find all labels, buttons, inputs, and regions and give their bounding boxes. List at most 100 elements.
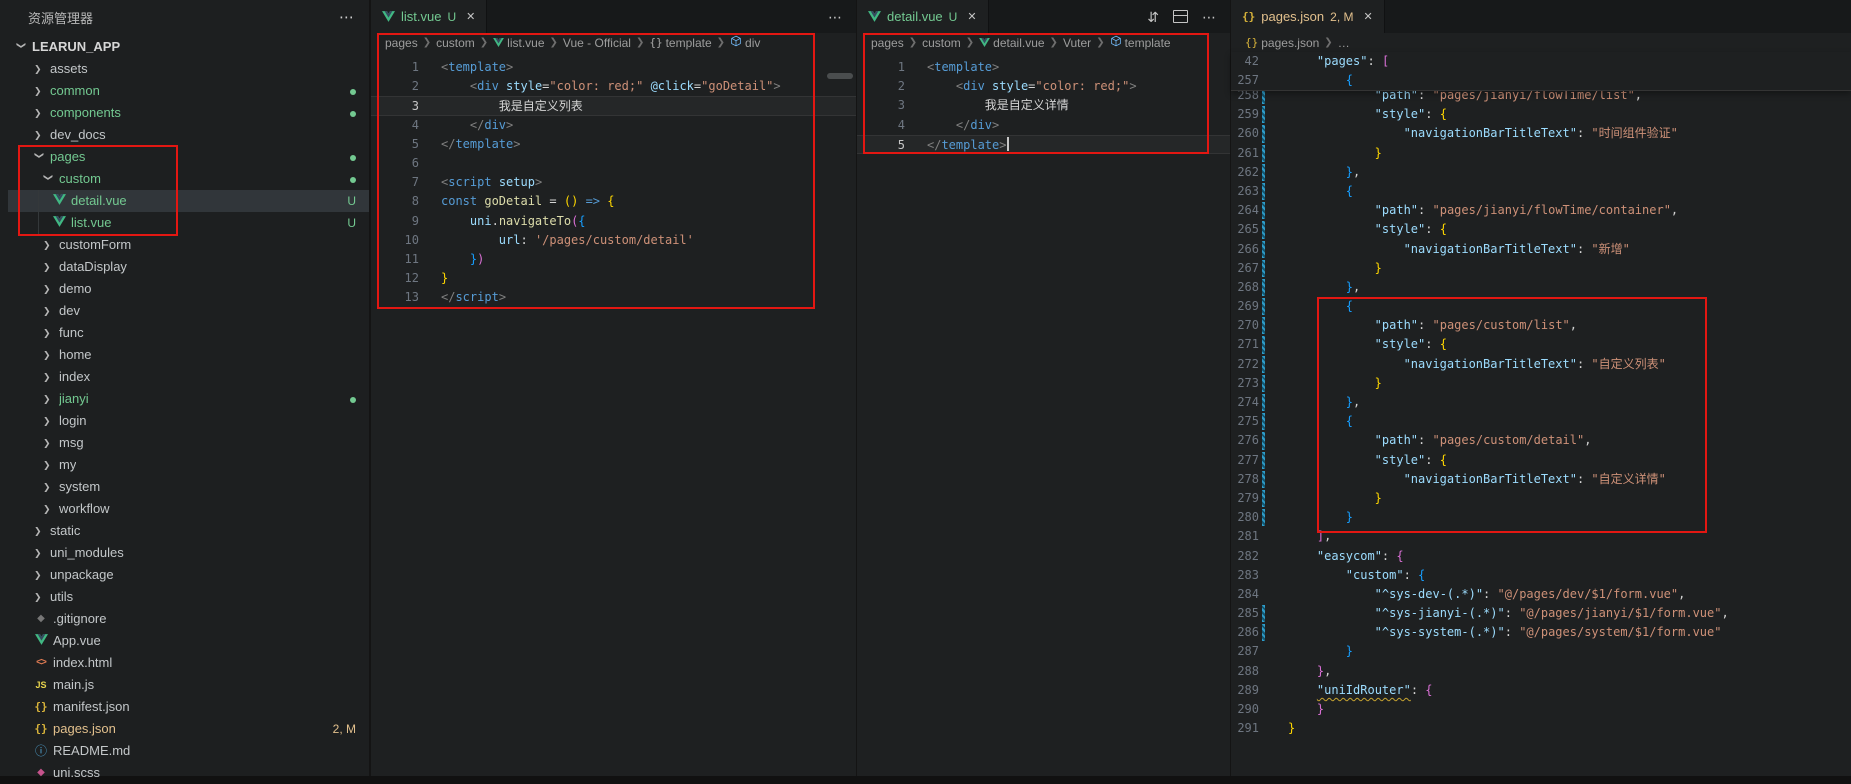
tree-item-index-html[interactable]: <>index.html [8, 652, 369, 674]
code-line-4[interactable]: 4</div> [371, 116, 856, 135]
code-line-284[interactable]: 284"^sys-dev-(.*)": "@/pages/dev/$1/form… [1231, 585, 1851, 604]
breadcrumb-item[interactable]: pages [871, 36, 904, 50]
line-number[interactable]: 269 [1231, 297, 1259, 316]
tree-item-func[interactable]: ❯func [8, 322, 369, 344]
tree-item-components[interactable]: ❯components [8, 102, 369, 124]
code-line-6[interactable]: 6 [371, 154, 856, 173]
code-line-262[interactable]: 262}, [1231, 163, 1851, 182]
code-line-268[interactable]: 268}, [1231, 278, 1851, 297]
line-number[interactable]: 283 [1231, 566, 1259, 585]
code-line-283[interactable]: 283"custom": { [1231, 566, 1851, 585]
line-number[interactable]: 4 [371, 116, 419, 135]
line-number[interactable]: 278 [1231, 470, 1259, 489]
line-number[interactable]: 5 [371, 135, 419, 154]
code-line-267[interactable]: 267} [1231, 259, 1851, 278]
line-number[interactable]: 1 [857, 58, 905, 77]
line-number[interactable]: 286 [1231, 623, 1259, 642]
tree-item-jianyi[interactable]: ❯jianyi [8, 388, 369, 410]
code-line-266[interactable]: 266"navigationBarTitleText": "新增" [1231, 240, 1851, 259]
line-number[interactable]: 287 [1231, 642, 1259, 661]
code-line-11[interactable]: 11}) [371, 250, 856, 269]
code-line-289[interactable]: 289"uniIdRouter": { [1231, 681, 1851, 700]
line-number[interactable]: 11 [371, 250, 419, 269]
line-number[interactable]: 282 [1231, 547, 1259, 566]
line-number[interactable]: 277 [1231, 451, 1259, 470]
tree-item-system[interactable]: ❯system [8, 476, 369, 498]
line-number[interactable]: 12 [371, 269, 419, 288]
line-number[interactable]: 270 [1231, 316, 1259, 335]
breadcrumb-item[interactable]: Vue - Official [563, 36, 631, 50]
tree-item-utils[interactable]: ❯utils [8, 586, 369, 608]
code-line-274[interactable]: 274}, [1231, 393, 1851, 412]
code-line-8[interactable]: 8const goDetail = () => { [371, 192, 856, 211]
code-line-273[interactable]: 273} [1231, 374, 1851, 393]
code-line-281[interactable]: 281], [1231, 527, 1851, 546]
tree-item-uni-modules[interactable]: ❯uni_modules [8, 542, 369, 564]
code-line-282[interactable]: 282"easycom": { [1231, 547, 1851, 566]
explorer-more-actions-icon[interactable]: ⋯ [339, 8, 355, 26]
sticky-line-42[interactable]: 42"pages": [ [1231, 52, 1851, 71]
code-line-5[interactable]: 5</template> [857, 135, 1230, 154]
code-line-3[interactable]: 3我是自定义详情 [857, 96, 1230, 115]
line-number[interactable]: 265 [1231, 220, 1259, 239]
line-number[interactable]: 289 [1231, 681, 1259, 700]
tab-pages-json[interactable]: {} pages.json 2, M ✕ [1231, 0, 1385, 33]
tree-item-my[interactable]: ❯my [8, 454, 369, 476]
code-line-270[interactable]: 270"path": "pages/custom/list", [1231, 316, 1851, 335]
line-number[interactable]: 10 [371, 231, 419, 250]
line-number[interactable]: 268 [1231, 278, 1259, 297]
tree-item-workflow[interactable]: ❯workflow [8, 498, 369, 520]
line-number[interactable]: 6 [371, 154, 419, 173]
code-line-269[interactable]: 269{ [1231, 297, 1851, 316]
scrollbar-thumb[interactable] [827, 73, 853, 79]
line-number[interactable]: 274 [1231, 393, 1259, 412]
tree-item-list-vue[interactable]: list.vueU [8, 212, 369, 234]
code-line-260[interactable]: 260"navigationBarTitleText": "时间组件验证" [1231, 124, 1851, 143]
tree-item-customform[interactable]: ❯customForm [8, 234, 369, 256]
tree-item-pages-json[interactable]: {}pages.json2, M [8, 718, 369, 740]
breadcrumb-item[interactable]: {}pages.json [1245, 36, 1319, 50]
tree-item-login[interactable]: ❯login [8, 410, 369, 432]
code-line-265[interactable]: 265"style": { [1231, 220, 1851, 239]
line-number[interactable]: 290 [1231, 700, 1259, 719]
code-editor[interactable]: 258"path": "pages/jianyi/flowTime/list",… [1231, 52, 1851, 738]
code-line-5[interactable]: 5</template> [371, 135, 856, 154]
breadcrumb-item[interactable]: Vuter [1063, 36, 1091, 50]
code-line-285[interactable]: 285"^sys-jianyi-(.*)": "@/pages/jianyi/$… [1231, 604, 1851, 623]
line-number[interactable]: 281 [1231, 527, 1259, 546]
breadcrumb-item[interactable]: list.vue [493, 36, 544, 50]
tree-item-readme-md[interactable]: ⓘREADME.md [8, 740, 369, 762]
tree-item-index[interactable]: ❯index [8, 366, 369, 388]
tree-item-demo[interactable]: ❯demo [8, 278, 369, 300]
code-line-9[interactable]: 9uni.navigateTo({ [371, 212, 856, 231]
line-number[interactable]: 1 [371, 58, 419, 77]
line-number[interactable]: 13 [371, 288, 419, 307]
breadcrumb-item[interactable]: detail.vue [979, 36, 1044, 50]
code-line-288[interactable]: 288}, [1231, 662, 1851, 681]
tree-item-common[interactable]: ❯common [8, 80, 369, 102]
line-number[interactable]: 271 [1231, 335, 1259, 354]
code-line-13[interactable]: 13</script> [371, 288, 856, 307]
line-number[interactable]: 288 [1231, 662, 1259, 681]
line-number[interactable]: 3 [857, 96, 905, 115]
tree-item-app-vue[interactable]: App.vue [8, 630, 369, 652]
code-line-259[interactable]: 259"style": { [1231, 105, 1851, 124]
line-number[interactable]: 273 [1231, 374, 1259, 393]
close-icon[interactable]: ✕ [967, 10, 976, 23]
tree-item--gitignore[interactable]: ◆.gitignore [8, 608, 369, 630]
code-line-12[interactable]: 12} [371, 269, 856, 288]
tree-item-manifest-json[interactable]: {}manifest.json [8, 696, 369, 718]
line-number[interactable]: 275 [1231, 412, 1259, 431]
line-number[interactable]: 261 [1231, 144, 1259, 163]
sticky-line-257[interactable]: 257{ [1231, 71, 1851, 90]
code-line-287[interactable]: 287} [1231, 642, 1851, 661]
line-number[interactable]: 291 [1231, 719, 1259, 738]
line-number[interactable]: 276 [1231, 431, 1259, 450]
code-line-3[interactable]: 3我是自定义列表 [371, 96, 856, 115]
code-editor[interactable]: 1<template>2<div style="color: red;" @cl… [371, 52, 856, 307]
breadcrumb-item[interactable]: div [730, 35, 760, 50]
code-line-4[interactable]: 4</div> [857, 116, 1230, 135]
line-number[interactable]: 4 [857, 116, 905, 135]
line-number[interactable]: 260 [1231, 124, 1259, 143]
code-line-7[interactable]: 7<script setup> [371, 173, 856, 192]
